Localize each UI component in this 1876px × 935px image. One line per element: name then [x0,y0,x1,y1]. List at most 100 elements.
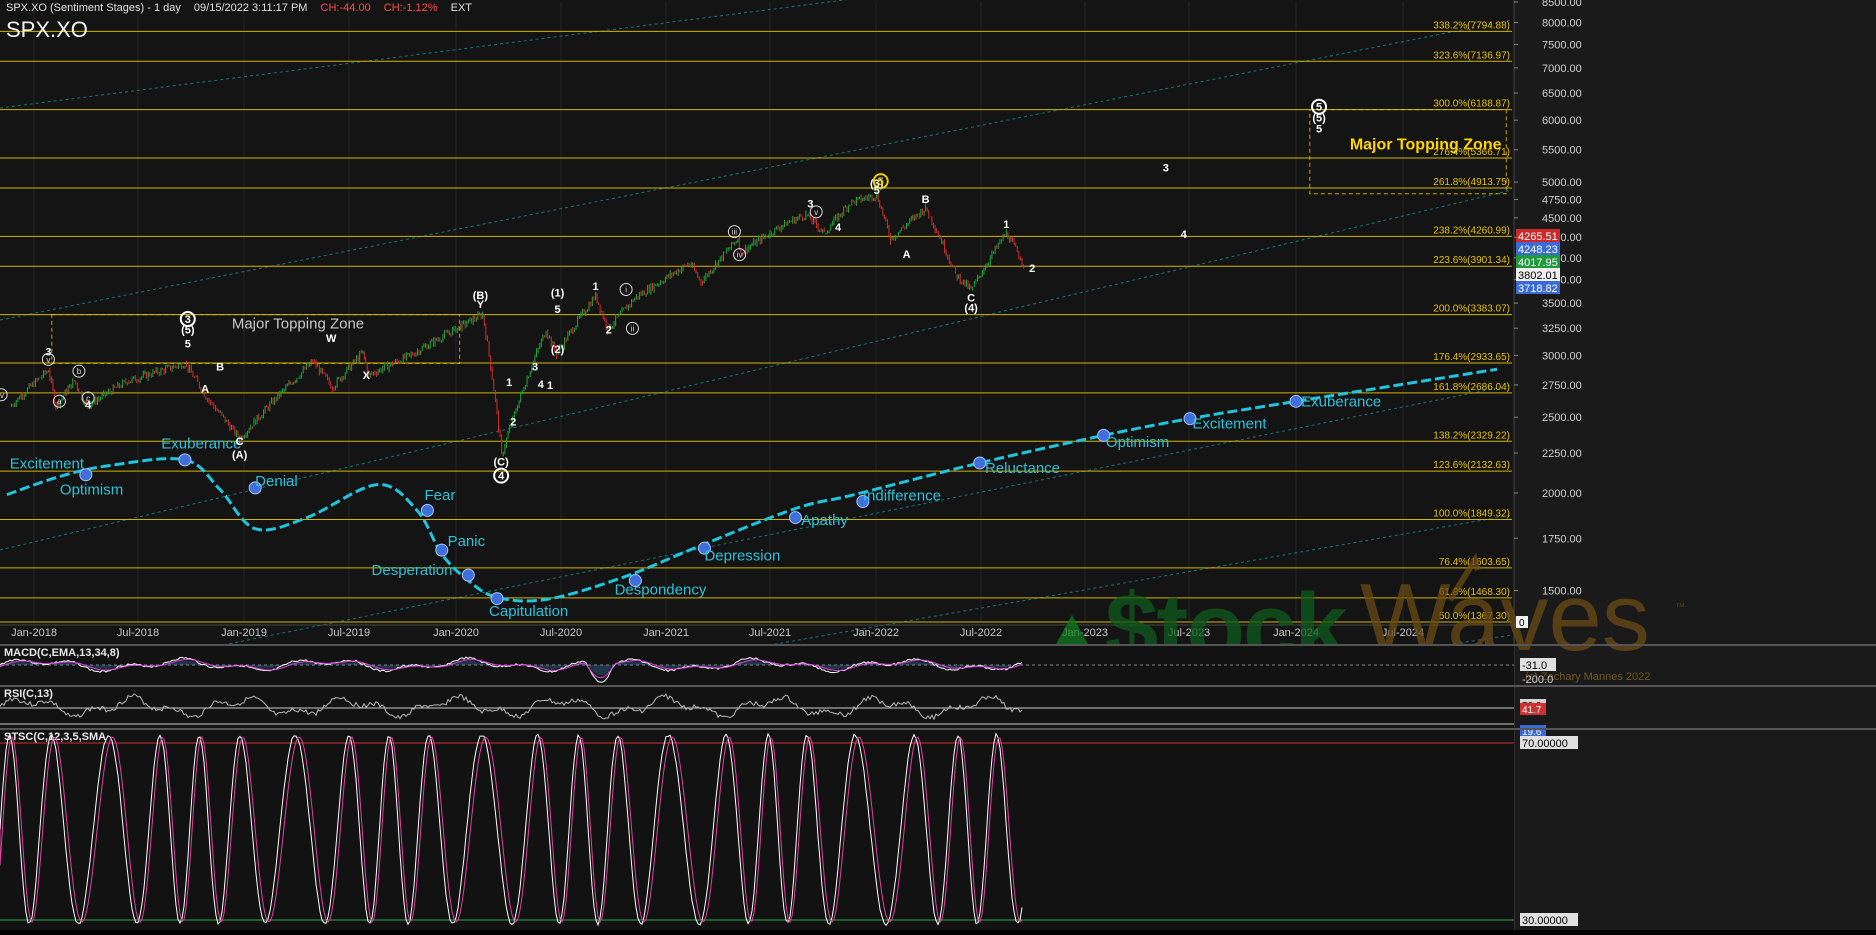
y-tick-label: 4750.00 [1542,194,1582,206]
wave-label: iii [732,228,738,237]
y-tick-label: 5000.00 [1542,177,1582,189]
y-tick-label: 3500.00 [1542,298,1582,310]
price-tag-label: 4017.95 [1518,257,1558,269]
sentiment-stage-dot[interactable] [461,568,475,582]
indicator-panel-bg [0,686,1514,728]
y-tick-label: 3250.00 [1542,323,1582,335]
sentiment-stage-label: Capitulation [489,603,568,620]
wave-label: b [77,367,82,376]
sentiment-stage-label: Fear [425,487,456,504]
y-tick-label: 2750.00 [1542,380,1582,392]
fib-label: 323.6%(7136.97) [1433,50,1510,61]
x-tick-label: Jan-2020 [433,627,479,639]
x-tick-label: Jan-2022 [853,627,899,639]
wave-label: a [57,397,62,406]
wave-label: (5) [181,324,195,336]
sentiment-stage-label: Apathy [801,512,848,529]
header-session: EXT [450,2,473,14]
wave-label: A [201,383,209,395]
x-tick-label: Jan-2018 [11,627,57,639]
sentiment-stage-dot[interactable] [435,543,449,557]
x-tick-label: Jan-2021 [643,627,689,639]
price-tag-label: 4265.51 [1518,231,1558,243]
wave-label: (4) [964,302,978,314]
sentiment-stage-label: Optimism [1106,434,1169,451]
y-tick-label: 6000.00 [1542,115,1582,127]
fib-label: 161.8%(2686.04) [1433,382,1510,393]
wave-label: 4 [498,471,505,483]
y-tick-label: 4500.00 [1542,213,1582,225]
fib-label: 123.6%(2132.63) [1433,460,1510,471]
wave-label: B [216,361,224,373]
sentiment-stage-label: Despondency [615,581,707,598]
y-tick-label: 7000.00 [1542,63,1582,75]
wave-label: ii [631,324,635,333]
sentiment-stage-label: Desperation [372,562,453,579]
wave-label: (1) [551,287,565,299]
wave-label: W [326,333,337,345]
logo-tm: ™ [1675,602,1685,613]
indicator-title: STSC(C,12,3,5,SMA [4,731,106,743]
x-tick-label: Jul-2019 [328,627,370,639]
wave-label: X [363,370,371,382]
chart-canvas[interactable]: 338.2%(7794.88) 323.6%(7136.97) 300.0%(618… [0,0,1876,930]
fib-label: 261.8%(4913.75) [1433,177,1510,188]
wave-label: Y [477,299,485,311]
sentiment-stage-dot[interactable] [420,503,434,517]
y-tick-label: 8000.00 [1542,18,1582,30]
wave-label: 1 [1003,219,1009,231]
x-tick-label: Jul-2022 [960,627,1002,639]
sentiment-stage-label: Optimism [60,482,123,499]
sentiment-stage-label: Exuberance [161,435,241,452]
topping-zone-label: Major Topping Zone [232,316,364,333]
sentiment-stage-label: Exuberance [1301,394,1381,411]
chart-root: 338.2%(7794.88) 323.6%(7136.97) 300.0%(618… [0,0,1876,930]
x-tick-label: Jul-2021 [749,627,791,639]
fib-label: 238.2%(4260.99) [1433,225,1510,236]
x-tick-label: Jan-2019 [221,627,267,639]
symbol-label: SPX.XO [6,17,88,42]
wave-label: 4 [835,222,842,234]
sentiment-stage-dot[interactable] [788,511,802,525]
wave-label: B [922,194,930,206]
indicator-title: MACD(C,EMA,13,34,8) [4,647,120,659]
zero-tag-label: 0 [1519,618,1525,629]
topping-zone-label: Major Topping Zone [1350,137,1502,154]
sentiment-stage-dot[interactable] [178,453,192,467]
wave-label: 1 [506,377,512,389]
price-tag-label: 3718.82 [1518,283,1558,295]
price-tag-label: 3802.01 [1518,270,1558,282]
wave-label: 3 [532,361,538,373]
chart-title: SPX.XO (Sentiment Stages) - 1 day [6,2,181,14]
wave-label: (2) [551,344,565,356]
y-tick-label: 2500.00 [1542,412,1582,424]
wave-label: 1 [593,281,599,293]
y-tick-label: 8500.00 [1542,0,1582,9]
fib-label: 100.0%(1849.32) [1433,509,1510,520]
wave-label: iv [0,391,4,400]
indicator-tag-label: 41.7 [1522,705,1542,716]
y-tick-label: 3000.00 [1542,350,1582,362]
wave-label: A [903,249,911,261]
wave-label: 4 [85,400,92,412]
sentiment-stage-label: Indifference [863,488,941,505]
header-change-pct: CH:-1.12% [383,2,438,14]
indicator-title: RSI(C,13) [4,688,53,700]
wave-label: 3 [807,198,813,210]
x-tick-label: Jul-2018 [117,627,159,639]
wave-label: 2 [1029,263,1035,275]
indicator-tick-label: -200.0 [1522,674,1553,686]
wave-label: v [46,355,50,364]
fib-label: 176.4%(2933.65) [1433,352,1510,363]
sentiment-stage-label: Excitement [10,455,85,472]
fib-label: 223.6%(3901.34) [1433,255,1510,266]
fib-label: 300.0%(6188.87) [1433,99,1510,110]
header-datetime: 09/15/2022 3:11:17 PM [193,2,308,14]
sentiment-stage-label: Panic [448,533,486,550]
y-tick-label: 1750.00 [1542,533,1582,545]
indicator-panel-bg [0,729,1514,930]
sentiment-stage-label: Denial [255,473,298,490]
wave-label: 1 [547,380,553,392]
y-tick-label: 6500.00 [1542,88,1582,100]
wave-label: v [814,208,818,217]
